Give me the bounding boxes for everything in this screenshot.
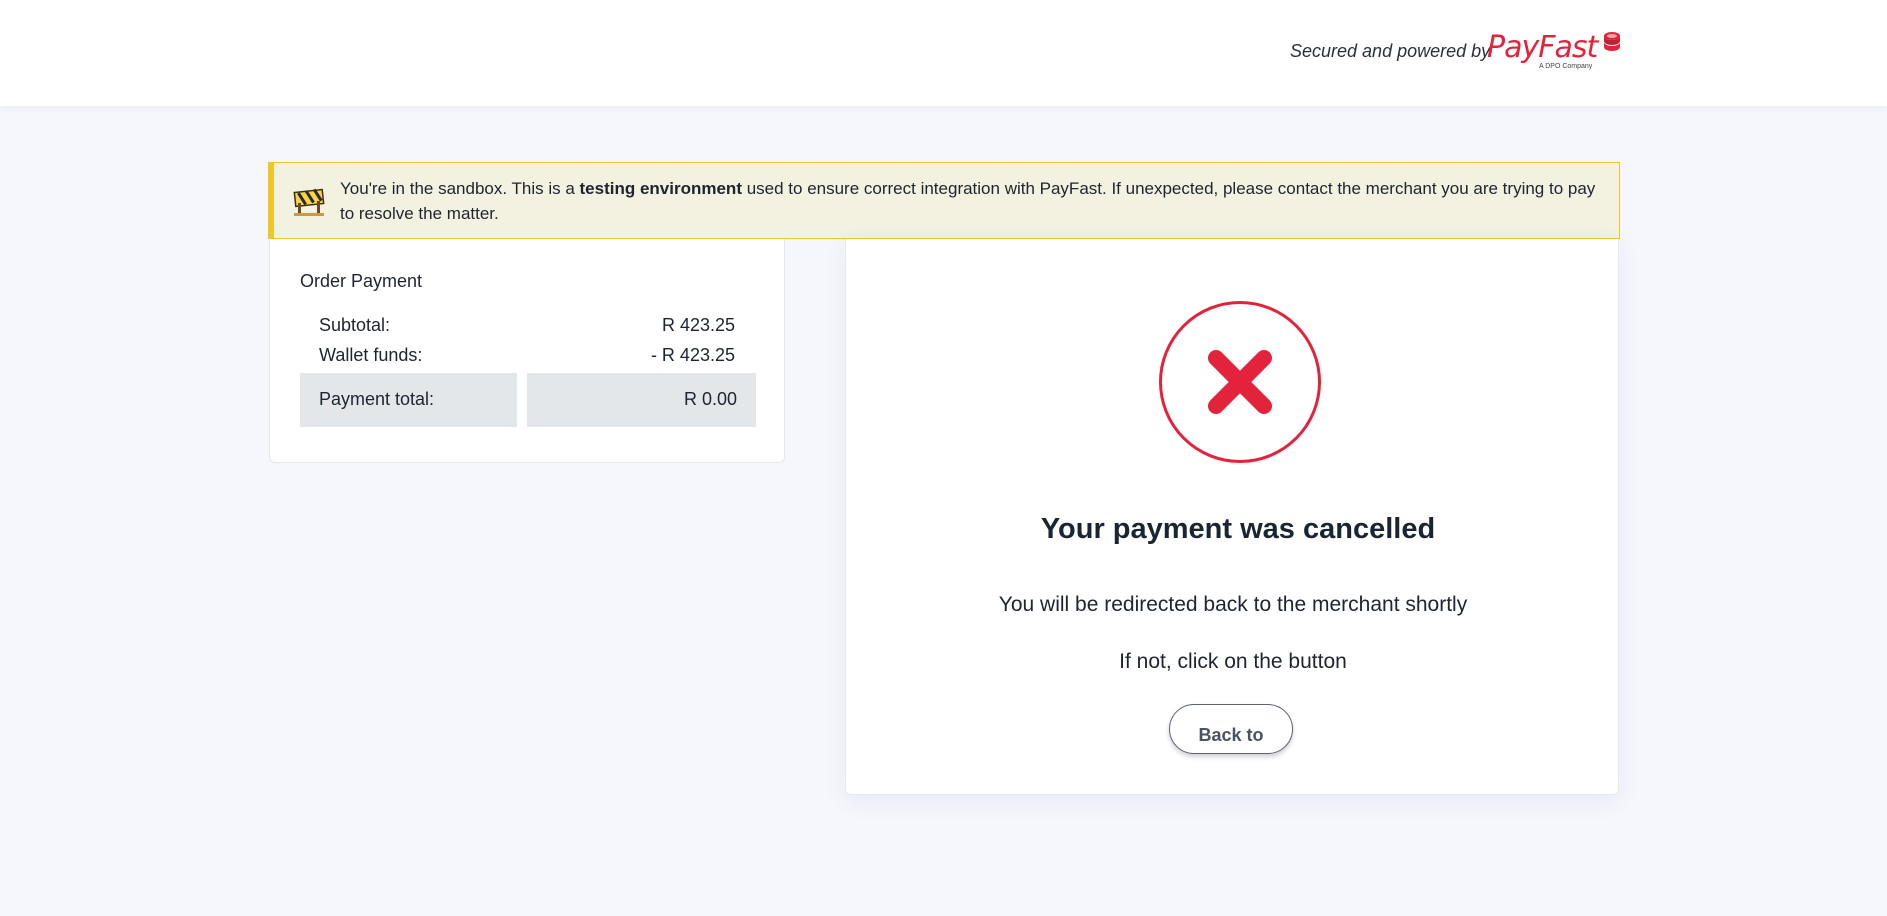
back-to-merchant-button[interactable]: Back to bbox=[1169, 704, 1293, 754]
logo-subtitle: A DPO Company bbox=[1539, 63, 1593, 70]
redirect-message: You will be redirected back to the merch… bbox=[998, 593, 1468, 616]
payment-result-card: Your payment was cancelled You will be r… bbox=[845, 239, 1619, 795]
logo-wordmark: PayFast bbox=[1487, 30, 1598, 65]
payment-total-value: R 0.00 bbox=[683, 389, 737, 409]
wallet-funds-label: Wallet funds: bbox=[319, 345, 423, 365]
sandbox-warning-banner: You're in the sandbox. This is a testing… bbox=[268, 162, 1620, 239]
payfast-logo[interactable]: PayFast A DPO Company bbox=[1487, 28, 1622, 74]
coin-stack-icon bbox=[1604, 32, 1620, 51]
banner-text-start: You're in the sandbox. This is a bbox=[340, 179, 580, 198]
cancel-x-icon bbox=[1208, 350, 1272, 414]
payment-total-label-cell: Payment total: bbox=[300, 373, 517, 427]
top-header: Secured and powered by PayFast A DPO Com… bbox=[0, 0, 1887, 106]
fallback-prompt: If not, click on the button bbox=[1119, 650, 1347, 673]
construction-barrier-icon bbox=[293, 188, 325, 216]
subtotal-value: R 423.25 bbox=[661, 315, 735, 335]
order-summary-card: Order Payment Subtotal: R 423.25 Wallet … bbox=[269, 239, 785, 463]
cancel-status-circle bbox=[1159, 301, 1321, 463]
wallet-funds-value: - R 423.25 bbox=[650, 345, 735, 365]
payment-total-label: Payment total: bbox=[319, 389, 435, 409]
secured-by-text: Secured and powered by bbox=[1290, 41, 1491, 61]
order-title: Order Payment bbox=[300, 271, 423, 291]
subtotal-label: Subtotal: bbox=[319, 315, 391, 335]
result-title: Your payment was cancelled bbox=[1040, 513, 1436, 545]
payment-total-value-cell: R 0.00 bbox=[527, 373, 756, 427]
sandbox-warning-text: You're in the sandbox. This is a testing… bbox=[340, 176, 1610, 226]
banner-text-bold: testing environment bbox=[579, 179, 742, 198]
